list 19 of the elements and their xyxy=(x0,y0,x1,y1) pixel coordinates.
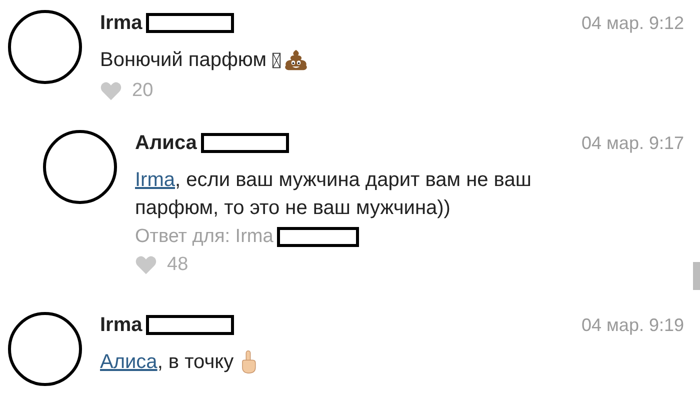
author-name[interactable]: Алиса xyxy=(135,132,197,154)
scrollbar xyxy=(693,262,700,290)
like-count: 48 xyxy=(167,254,188,276)
poop-emoji-icon xyxy=(284,48,308,72)
like-count: 20 xyxy=(132,80,154,102)
mention-link[interactable]: Алиса xyxy=(100,351,158,373)
timestamp: 04 мар. 9:12 xyxy=(582,12,684,34)
comment-text: Алиса, в точку xyxy=(100,350,234,375)
timestamp: 04 мар. 9:19 xyxy=(582,314,684,336)
avatar[interactable] xyxy=(43,130,117,204)
missing-glyph-icon xyxy=(272,52,282,69)
author-name[interactable]: Irma xyxy=(100,12,142,34)
avatar[interactable] xyxy=(8,10,82,84)
timestamp: 04 мар. 9:17 xyxy=(582,132,684,154)
comment-text: Irma, если ваш мужчина дарит вам не ваш парфюм, то это не ваш мужчина)) xyxy=(135,168,532,221)
mention-link[interactable]: Irma xyxy=(135,169,175,191)
author-name[interactable]: Irma xyxy=(100,314,142,336)
comment-text: Вонючий парфюм xyxy=(100,48,266,73)
avatar[interactable] xyxy=(8,312,82,386)
